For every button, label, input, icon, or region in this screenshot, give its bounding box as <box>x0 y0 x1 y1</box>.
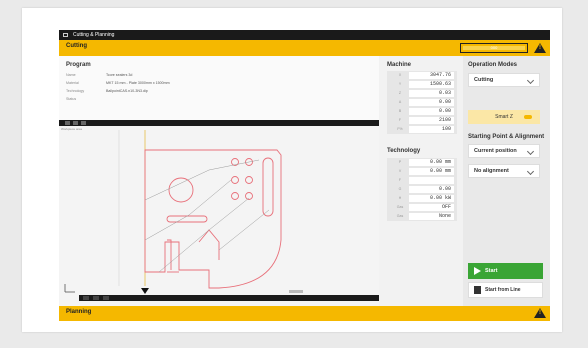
machine-panel: Machine X 3047.76 Y 1500.63 Z 0.03 A 0.00 B0… <box>383 56 461 306</box>
program-row-label: Name <box>66 73 76 77</box>
document-icon <box>474 286 481 294</box>
technology-row: V 0.00 mm <box>387 167 457 176</box>
warning-icon[interactable] <box>534 43 546 53</box>
program-row: Name Tcore sealers 3d <box>66 73 132 77</box>
footer-bar: Planning <box>59 306 550 321</box>
program-row-label: Status <box>66 97 77 101</box>
alignment-dropdown-value: No alignment <box>474 168 509 174</box>
machine-row: A 0.00 <box>387 98 457 107</box>
start-from-line-label: Start from Line <box>485 287 521 293</box>
technology-row: G 0.00 <box>387 185 457 194</box>
technology-row: Gas None <box>387 212 457 221</box>
machine-row: X 3047.76 <box>387 71 457 80</box>
program-row: Technology BallpointCAS.n10-3N3.dip <box>66 89 148 93</box>
machine-title: Machine <box>387 62 412 68</box>
technology-title: Technology <box>387 148 421 154</box>
program-row: Material MKT 15 mm - Plate 3000mm x 1500… <box>66 81 170 85</box>
header-bar: Cutting 000 <box>59 40 550 56</box>
operation-title: Operation Modes <box>468 62 518 68</box>
program-row-label: Material <box>66 81 79 85</box>
position-dropdown[interactable]: Current position <box>468 144 540 158</box>
footer-title: Planning <box>66 309 92 315</box>
technology-table: P 0.00 mm V 0.00 mm F G 0.00 H 0.00 kW Gas OF… <box>387 158 457 221</box>
chevron-down-icon <box>526 147 535 156</box>
technology-row: Gas OFF <box>387 203 457 212</box>
operation-panel: Operation Modes Cutting Smart Z Starting… <box>463 56 550 306</box>
machine-row: Z 0.03 <box>387 89 457 98</box>
technology-row: H 0.00 kW <box>387 194 457 203</box>
machine-row: Y 1500.63 <box>387 80 457 89</box>
window-titlebar: Cutting & Planning <box>59 30 550 40</box>
machine-row: F 2100 <box>387 116 457 125</box>
start-button-label: Start <box>485 268 498 274</box>
measure-icon[interactable] <box>103 296 109 300</box>
toggle-switch[interactable] <box>524 115 532 119</box>
machine-row: F% 100 <box>387 125 457 134</box>
technology-row: F <box>387 176 457 185</box>
window-title: Cutting & Planning <box>73 32 115 38</box>
grid-icon[interactable] <box>93 296 99 300</box>
program-panel: Program Name Tcore sealers 3d Material M… <box>59 56 379 306</box>
warning-icon[interactable] <box>534 308 546 318</box>
alignment-dropdown[interactable]: No alignment <box>468 164 540 178</box>
smart-z-label: Smart Z <box>495 114 513 120</box>
start-button[interactable]: Start <box>468 263 543 279</box>
position-dropdown-value: Current position <box>474 148 517 154</box>
machine-row: B 0.00 <box>387 107 457 116</box>
technology-row: P 0.00 mm <box>387 158 457 167</box>
header-field-value: 000 <box>463 46 525 50</box>
mode-dropdown[interactable]: Cutting <box>468 73 540 87</box>
header-field[interactable]: 000 <box>460 43 528 53</box>
smart-z-toggle[interactable]: Smart Z <box>468 110 540 124</box>
cut-path-drawing <box>64 130 303 294</box>
mode-dropdown-value: Cutting <box>474 77 494 83</box>
program-row-value: BallpointCAS.n10-3N3.dip <box>106 89 148 93</box>
program-row-value: Tcore sealers 3d <box>106 73 133 77</box>
program-row-value: MKT 15 mm - Plate 3000mm x 1500mm <box>106 81 170 85</box>
play-icon <box>474 267 481 275</box>
program-row-label: Technology <box>66 89 85 93</box>
layer-icon[interactable] <box>83 296 89 300</box>
drawing-statusbar <box>79 295 379 301</box>
machine-table: X 3047.76 Y 1500.63 Z 0.03 A 0.00 B 0.00 F 210… <box>387 71 457 134</box>
chevron-down-icon <box>526 167 535 176</box>
app-window: Cutting & Planning Cutting 000 Program N… <box>59 30 550 321</box>
page-title: Cutting <box>66 43 87 49</box>
app-icon <box>63 33 68 37</box>
start-from-line-button[interactable]: Start from Line <box>468 282 543 298</box>
program-title: Program <box>66 62 91 68</box>
chevron-down-icon <box>526 76 535 85</box>
starting-title: Starting Point & Alignment <box>468 134 545 140</box>
program-row: Status <box>66 97 76 101</box>
drawing-area[interactable]: Workpiece area <box>59 120 379 306</box>
